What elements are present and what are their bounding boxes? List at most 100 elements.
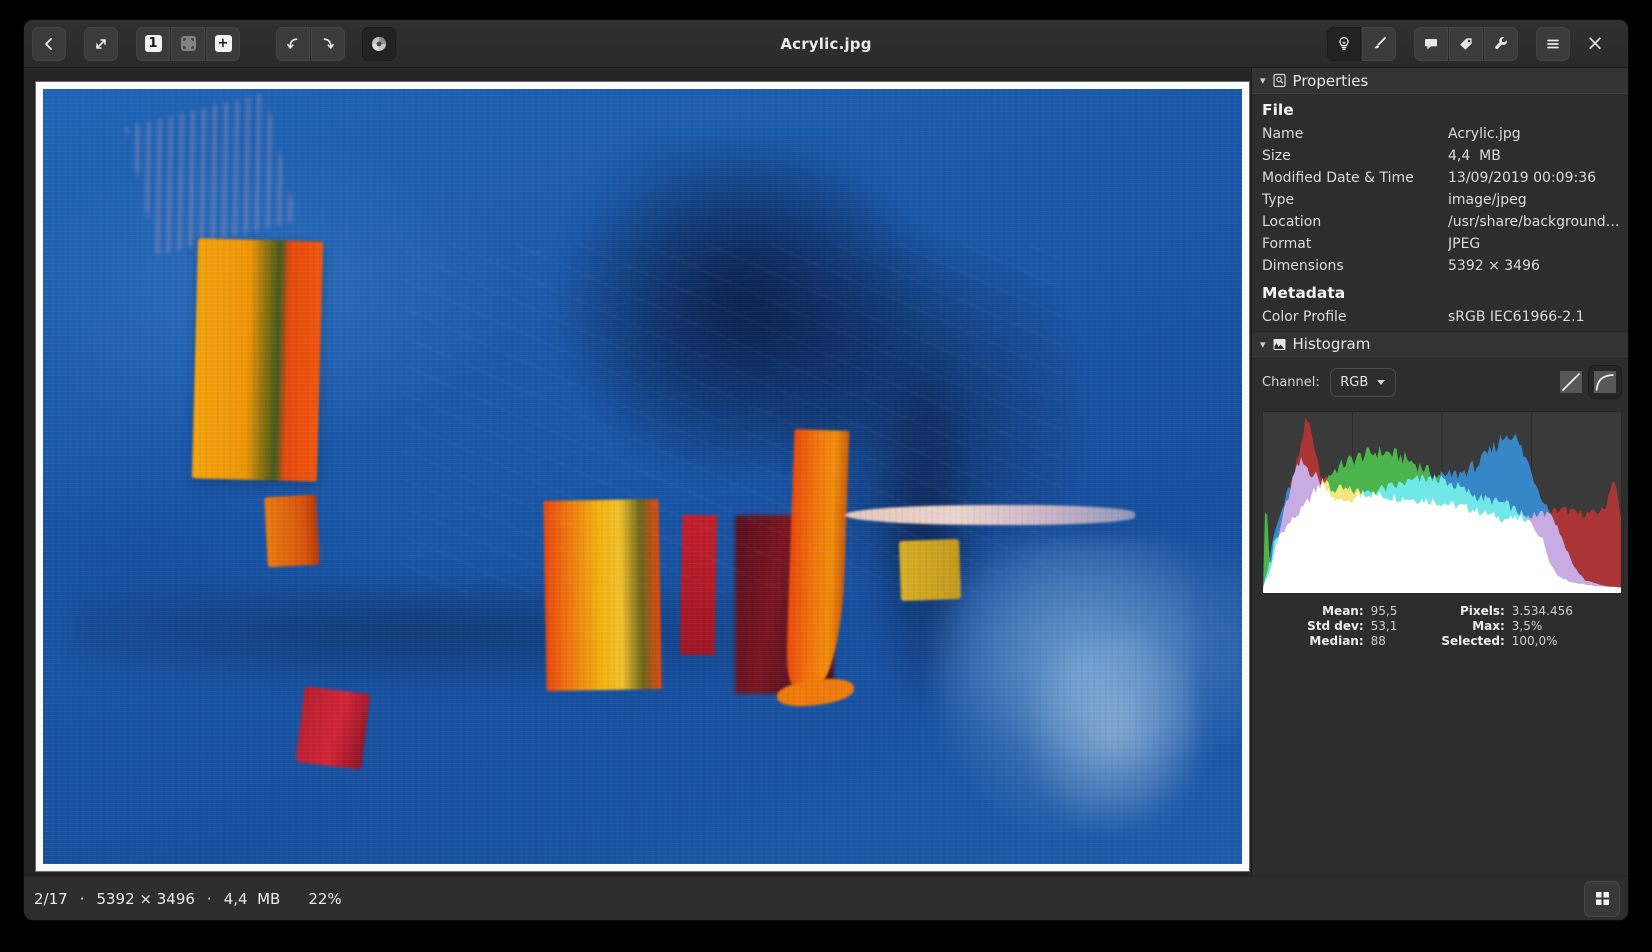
selected-label: Selected: (1441, 634, 1504, 648)
property-row-dimensions: Dimensions 5392 × 3496 (1252, 255, 1628, 277)
property-row-format: Format JPEG (1252, 233, 1628, 255)
view-edit-group (1327, 27, 1396, 61)
property-row-modified: Modified Date & Time 13/09/2019 00:09:36 (1252, 167, 1628, 189)
stddev-label: Std dev: (1307, 619, 1364, 633)
statusbar-dimensions: 5392 × 3496 (96, 890, 194, 908)
tag-icon (1458, 36, 1474, 52)
image-viewer-window: 1 + Acrylic (24, 20, 1628, 920)
histogram-section-header[interactable]: ▾ Histogram (1252, 331, 1628, 357)
property-value: 13/09/2019 00:09:36 (1448, 170, 1628, 186)
histogram-linear-button[interactable] (1554, 365, 1588, 399)
property-label: Color Profile (1252, 309, 1448, 325)
comment-icon (1423, 36, 1439, 52)
fullscreen-button[interactable] (84, 27, 118, 61)
metadata-section-heading: Metadata (1252, 277, 1628, 306)
hamburger-menu-icon (1545, 36, 1561, 52)
channel-row: Channel: RGB (1252, 357, 1628, 405)
chevron-down-icon (1377, 380, 1385, 385)
property-value: /usr/share/background… (1448, 214, 1628, 230)
channel-dropdown-value: RGB (1340, 375, 1368, 390)
properties-toggle-button[interactable] (1327, 27, 1361, 61)
pixels-label: Pixels: (1441, 604, 1504, 618)
mean-value: 95,5 (1371, 604, 1398, 618)
property-value: image/jpeg (1448, 192, 1628, 208)
painting[interactable] (43, 89, 1242, 864)
comment-button[interactable] (1414, 27, 1448, 61)
paint-orange-chunk-left-lower (264, 495, 319, 567)
properties-sidebar: ▾ Properties File Name Acrylic.jpg Size … (1252, 68, 1628, 876)
tools-button[interactable] (1484, 27, 1518, 61)
image-viewer-canvas (24, 68, 1251, 876)
property-value: 5392 × 3496 (1448, 258, 1628, 274)
wrench-icon (1493, 36, 1509, 52)
histogram-section-title: Histogram (1293, 335, 1371, 353)
property-label: Modified Date & Time (1252, 170, 1448, 186)
paint-pink-strokes-topleft (125, 93, 296, 256)
rotate-right-button[interactable] (311, 27, 345, 61)
statusbar-separator: · (80, 890, 85, 908)
color-wheel-icon (370, 35, 388, 53)
histogram-stats: Mean: 95,5 Std dev: 53,1 Median: 88 Pixe… (1252, 594, 1628, 648)
property-label: Location (1252, 214, 1448, 230)
thumbnail-grid-button[interactable] (1584, 881, 1620, 917)
property-label: Type (1252, 192, 1448, 208)
property-value: sRGB IEC61966-2.1 (1448, 309, 1628, 325)
headerbar-right: × (1327, 27, 1612, 61)
property-row-color-profile: Color Profile sRGB IEC61966-2.1 (1252, 306, 1628, 328)
histogram-panel (1262, 411, 1622, 594)
back-icon (41, 36, 57, 52)
grid-view-icon (1595, 891, 1610, 906)
window-title: Acrylic.jpg (780, 35, 871, 53)
properties-section-header[interactable]: ▾ Properties (1252, 68, 1628, 94)
max-value: 3,5% (1512, 619, 1573, 633)
screen: 1 + Acrylic (0, 0, 1652, 952)
channel-label: Channel: (1262, 375, 1320, 390)
tag-button[interactable] (1449, 27, 1483, 61)
property-row-type: Type image/jpeg (1252, 189, 1628, 211)
color-adjust-button[interactable] (362, 27, 396, 61)
property-row-location: Location /usr/share/background… (1252, 211, 1628, 233)
paint-dark-band-middle (67, 577, 834, 686)
logarithmic-scale-icon (1594, 371, 1616, 393)
rotate-button-group (276, 27, 345, 61)
close-window-button[interactable]: × (1578, 27, 1612, 61)
zoom-original-icon: 1 (145, 35, 162, 52)
disclosure-triangle-icon[interactable]: ▾ (1260, 74, 1266, 87)
statusbar: 2/17 · 5392 × 3496 · 4,4 MB 22% (24, 876, 1628, 920)
headerbar: 1 + Acrylic (24, 20, 1628, 68)
property-label: Name (1252, 126, 1448, 142)
property-row-size: Size 4,4 MB (1252, 145, 1628, 167)
linear-scale-icon (1560, 371, 1582, 393)
zoom-in-button[interactable]: + (206, 27, 240, 61)
paint-white-wash-bottom-right (1026, 632, 1206, 834)
property-label: Format (1252, 236, 1448, 252)
zoom-original-button[interactable]: 1 (136, 27, 170, 61)
file-section-heading: File (1252, 94, 1628, 123)
histogram-logarithmic-button[interactable] (1588, 365, 1622, 399)
histogram-stats-right: Pixels: 3.534.456 Max: 3,5% Selected: 10… (1441, 604, 1573, 648)
property-value: Acrylic.jpg (1448, 126, 1628, 142)
rotate-left-button[interactable] (276, 27, 310, 61)
rotate-right-icon (320, 36, 336, 52)
channel-dropdown[interactable]: RGB (1330, 368, 1396, 397)
zoom-fit-button[interactable] (171, 27, 205, 61)
property-row-name: Name Acrylic.jpg (1252, 123, 1628, 145)
paint-orange-bar-left (192, 239, 323, 482)
properties-doc-icon (1272, 73, 1287, 88)
statusbar-zoom-level: 22% (308, 890, 341, 908)
paint-scratches (403, 244, 1062, 593)
back-button[interactable] (32, 27, 66, 61)
statusbar-separator: · (207, 890, 212, 908)
selected-value: 100,0% (1512, 634, 1573, 648)
menu-button[interactable] (1536, 27, 1570, 61)
zoom-fit-icon (180, 35, 197, 52)
histogram-stats-left: Mean: 95,5 Std dev: 53,1 Median: 88 (1307, 604, 1397, 648)
zoom-in-icon: + (215, 35, 232, 52)
disclosure-triangle-icon[interactable]: ▾ (1260, 338, 1266, 351)
rotate-left-icon (285, 36, 301, 52)
median-value: 88 (1371, 634, 1398, 648)
paintbrush-icon (1371, 36, 1387, 52)
property-label: Dimensions (1252, 258, 1448, 274)
statusbar-position: 2/17 (34, 890, 68, 908)
edit-image-button[interactable] (1362, 27, 1396, 61)
